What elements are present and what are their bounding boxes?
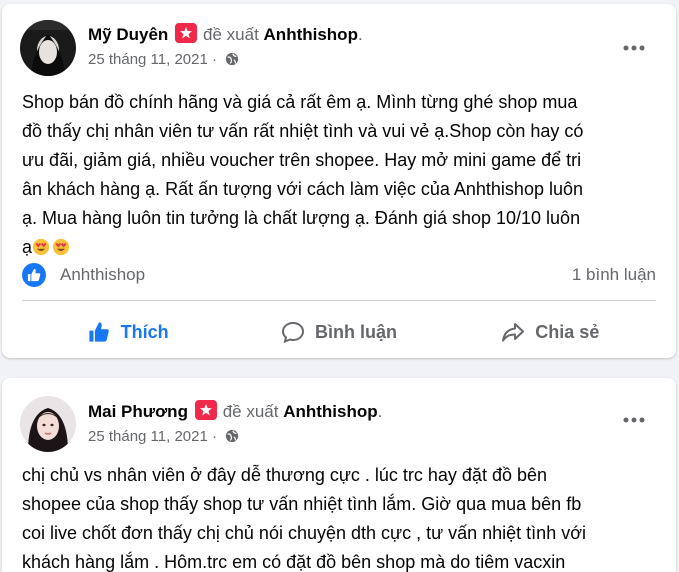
more-icon [623,45,645,51]
comment-icon [281,321,304,343]
more-options-button[interactable] [616,30,652,66]
like-icon [89,322,109,342]
comments-count[interactable]: 1 bình luận [572,265,656,285]
author-name[interactable]: Mỹ Duyên [88,25,168,44]
post-meta: 25 tháng 11, 2021 · [88,428,239,445]
page-name[interactable]: Anhthishop [264,25,358,44]
like-button[interactable]: Thích [22,310,233,354]
period: . [357,25,363,44]
body-line: ân khách hàng ạ. Rất ấn tượng với cách l… [22,179,583,199]
period: . [377,402,383,421]
post-card: Mỹ Duyên đề xuất Anhthishop. 25 tháng 11… [2,4,676,358]
avatar[interactable] [20,20,76,76]
more-icon [623,417,645,423]
action-bar: Thích Bình luận Chia sẻ [22,310,656,354]
share-label: Chia sẻ [535,321,600,342]
recommend-text: đề xuất [222,402,279,421]
post-header: Mỹ Duyên đề xuất Anhthishop. [88,23,363,46]
globe-icon [226,429,239,443]
comment-label: Bình luận [314,321,397,342]
globe-icon [226,52,239,66]
like-label: Thích [120,321,169,342]
post-header: Mai Phương đề xuất Anhthishop. [88,400,382,423]
body-line: ạ [22,237,33,257]
recommend-badge-icon [175,23,198,43]
separator: · [212,428,218,445]
recommend-badge-icon [194,400,217,420]
post-date[interactable]: 25 tháng 11, 2021 [88,51,208,68]
body-line: khách hàng lắm . Hôm.trc em có đặt đồ bê… [22,552,566,572]
heart-eyes-emoji [32,238,50,256]
post-body: Shop bán đồ chính hãng và giá cả rất êm … [22,88,658,262]
body-line: chị chủ vs nhân viên ở đây dễ thương cực… [22,465,547,485]
author-name[interactable]: Mai Phương [88,402,188,421]
more-options-button[interactable] [616,402,652,438]
body-line: Shop bán đồ chính hãng và giá cả rất êm … [22,92,578,112]
comment-button[interactable]: Bình luận [233,310,444,354]
avatar[interactable] [20,396,76,452]
body-line-emoji: ạ [22,233,658,262]
post-body: chị chủ vs nhân viên ở đây dễ thương cực… [22,461,658,572]
post-date[interactable]: 25 tháng 11, 2021 [88,428,208,445]
like-reaction-icon[interactable] [22,263,46,287]
body-line: ưu đãi, giảm giá, nhiều voucher trên sho… [22,150,582,170]
share-icon [502,323,525,342]
body-line: shopee của shop thấy shop tư vấn nhiệt t… [22,494,582,514]
reaction-page-name[interactable]: Anhthishop [60,265,145,285]
post-card: Mai Phương đề xuất Anhthishop. 25 tháng … [2,378,676,572]
share-button[interactable]: Chia sẻ [445,310,656,354]
recommend-text: đề xuất [203,25,259,44]
body-line: coi live chốt đơn thấy chị chủ nói chuyệ… [22,523,587,543]
body-line: ạ. Mua hàng luôn tin tưởng là chất lượng… [22,208,581,228]
body-line: đồ thấy chị nhân viên tư vấn rất nhiệt t… [22,121,584,141]
page-name[interactable]: Anhthishop [283,402,377,421]
reactions-bar: Anhthishop 1 bình luận [22,261,656,291]
post-meta: 25 tháng 11, 2021 · [88,51,239,68]
separator: · [212,51,218,68]
heart-eyes-emoji [52,238,70,256]
divider [22,300,656,301]
